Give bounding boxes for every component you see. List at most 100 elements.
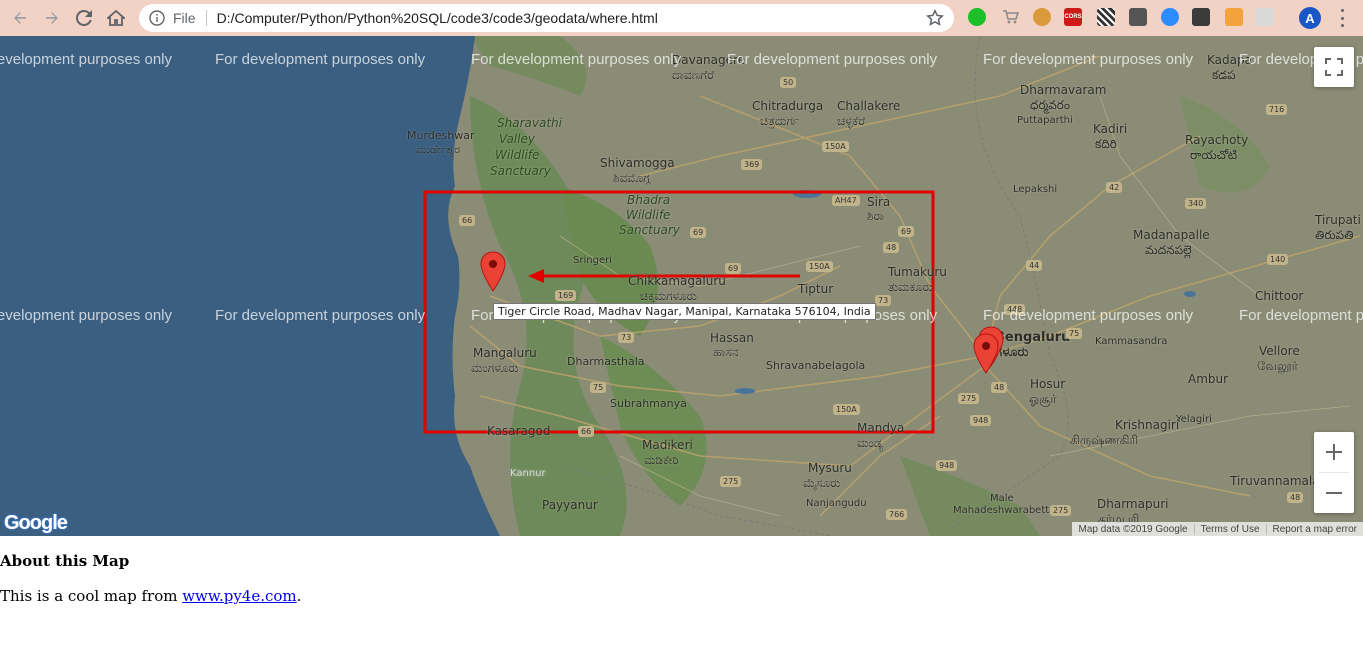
bookmark-star-icon[interactable] xyxy=(926,9,944,30)
google-logo[interactable]: Google xyxy=(4,512,68,535)
highway-shield: 369 xyxy=(741,159,763,170)
highway-shield: 42 xyxy=(1106,182,1123,193)
map-label-male: Male xyxy=(990,493,1014,504)
map-label-challakere-local: ಚಳ್ಳಕೆರೆ xyxy=(837,114,866,128)
map-label-payyanur: Payyanur xyxy=(542,498,598,512)
highway-shield: 275 xyxy=(1050,505,1072,516)
map-label-tiruvannamalai: Tiruvannamalai xyxy=(1230,474,1323,488)
highway-shield: 140 xyxy=(1267,254,1289,265)
page-content: About this Map This is a cool map from w… xyxy=(0,536,1363,605)
map-label-bhadra-wildlife: Wildlife xyxy=(626,208,671,222)
map-label-sringeri: Sringeri xyxy=(573,255,612,266)
highway-shield: 948 xyxy=(936,460,958,471)
zoom-in-button[interactable] xyxy=(1314,432,1354,472)
map-label-madanapalle: Madanapalle xyxy=(1133,228,1210,242)
highway-shield: 340 xyxy=(1185,198,1207,209)
map-label-madikeri-local: ಮಡಿಕೇರಿ xyxy=(644,453,679,467)
map-label-vellore: Vellore xyxy=(1259,344,1300,358)
map-label-bhadra: Bhadra xyxy=(627,193,671,207)
map-label-mysuru-local: ಮೈಸೂರು xyxy=(803,476,841,490)
map-label-hosur: Hosur xyxy=(1030,377,1066,391)
url-text[interactable]: D:/Computer/Python/Python%20SQL/code3/co… xyxy=(217,10,658,26)
highway-shield: 948 xyxy=(970,415,992,426)
map-label-madanapalle-local: మదనపల్లె xyxy=(1145,243,1192,257)
highway-shield: 69 xyxy=(898,226,915,237)
map-label-tirupati-local: తిరుపతి xyxy=(1315,228,1354,242)
map-label-ambur: Ambur xyxy=(1188,372,1229,386)
highway-shield: 66 xyxy=(459,215,476,226)
ext-zoom-icon[interactable] xyxy=(1161,8,1179,26)
terms-link[interactable]: Terms of Use xyxy=(1193,523,1266,535)
map-label-kasaragod: Kasaragod xyxy=(487,424,551,438)
fullscreen-button[interactable] xyxy=(1314,47,1354,87)
home-icon xyxy=(107,9,125,26)
map-label-krishnagiri-local: கிருஷ்ணகிரி xyxy=(1070,433,1139,447)
watermark: For development purposes only xyxy=(471,51,682,68)
ext-orange-icon[interactable] xyxy=(1225,8,1243,26)
map-label-mysuru: Mysuru xyxy=(808,461,852,475)
py4e-link[interactable]: www.py4e.com xyxy=(182,587,296,605)
highway-shield: 150A xyxy=(822,141,849,152)
map-label-chikkamagaluru: Chikkamagaluru xyxy=(628,274,726,288)
highway-shield: 716 xyxy=(1266,104,1288,115)
report-error-link[interactable]: Report a map error xyxy=(1265,523,1363,535)
watermark: For development purposes only xyxy=(1239,307,1363,324)
browser-toolbar: File D:/Computer/Python/Python%20SQL/cod… xyxy=(0,0,1363,36)
ext-green-icon[interactable] xyxy=(968,8,986,26)
map-label-hosur-local: ஓசூர் xyxy=(1029,392,1057,406)
ext-cart-icon[interactable] xyxy=(1001,8,1020,26)
map-label-krishnagiri: Krishnagiri xyxy=(1115,418,1180,432)
back-button[interactable] xyxy=(4,0,36,36)
ext-pdf-icon[interactable] xyxy=(1256,8,1274,26)
map-label-nanjangudu: Nanjangudu xyxy=(806,498,867,509)
map-label-murdeshwar-local: ಮುರ್ಡೇಶ್ವರ xyxy=(416,143,461,156)
forward-button[interactable] xyxy=(36,0,68,36)
map-label-chitradurga: Chitradurga xyxy=(752,99,824,113)
back-arrow-icon xyxy=(14,12,26,24)
ext-cookie-icon[interactable] xyxy=(1033,8,1051,26)
fullscreen-icon xyxy=(1325,58,1343,76)
map-label-tiptur: Tiptur xyxy=(798,282,834,296)
map-marker-bengaluru-2[interactable] xyxy=(972,333,1000,375)
map-label-shivamogga-local: ಶಿವಮೊಗ್ಗ xyxy=(613,171,651,185)
ext-cors-icon[interactable]: CORS xyxy=(1064,8,1082,26)
reload-icon xyxy=(76,10,92,26)
zoom-control xyxy=(1314,432,1354,513)
file-scheme-label: File xyxy=(173,10,196,26)
home-button[interactable] xyxy=(100,0,132,36)
highway-shield: 69 xyxy=(690,227,707,238)
map-label-kadiri: Kadiri xyxy=(1093,122,1128,136)
map-label-sira-local: ಶಿರಾ xyxy=(867,209,885,223)
map-data-credit: Map data ©2019 Google xyxy=(1078,523,1188,535)
map-label-dharmavaram: Dharmavaram xyxy=(1020,83,1107,97)
google-logo-text: Google xyxy=(4,512,68,534)
map-attribution: Map data ©2019 Google Terms of Use Repor… xyxy=(1072,522,1363,536)
address-bar[interactable]: File D:/Computer/Python/Python%20SQL/cod… xyxy=(139,4,954,32)
map-marker-manipal[interactable] xyxy=(479,251,507,293)
map-label-sira: Sira xyxy=(867,195,891,209)
highway-shield: 150A xyxy=(806,261,833,272)
highway-shield: 73 xyxy=(618,332,635,343)
map-label-sharavathi-wildlife: Wildlife xyxy=(495,148,540,162)
map-label-mandya: Mandya xyxy=(857,421,905,435)
browser-menu-icon[interactable] xyxy=(1334,9,1350,27)
info-icon[interactable] xyxy=(149,10,165,26)
plus-icon xyxy=(1326,444,1342,460)
ext-qr-icon[interactable] xyxy=(1097,8,1115,26)
reload-button[interactable] xyxy=(68,0,100,36)
highway-shield: 169 xyxy=(555,290,577,301)
map-label-davanagere-local: ದಾವಣಗೆರೆ xyxy=(672,68,715,82)
google-map[interactable]: Kadapa కడప Davanagere ದಾವಣಗೆರೆ Chitradur… xyxy=(0,36,1363,536)
highway-shield: 48 xyxy=(991,382,1008,393)
map-label-hassan-local: ಹಾಸನ xyxy=(713,345,739,359)
zoom-out-button[interactable] xyxy=(1314,473,1354,513)
profile-avatar[interactable]: A xyxy=(1299,7,1321,29)
map-label-tirupati: Tirupati xyxy=(1315,213,1361,227)
watermark: For development purposes only xyxy=(0,307,172,324)
map-label-sharavathi: Sharavathi xyxy=(497,116,562,130)
map-label-hassan: Hassan xyxy=(710,331,754,345)
ext-tab-icon[interactable] xyxy=(1192,8,1210,26)
highway-shield: AH47 xyxy=(832,195,860,206)
ext-reader-icon[interactable] xyxy=(1129,8,1147,26)
map-label-sharavathi-sanctuary: Sanctuary xyxy=(490,164,551,178)
